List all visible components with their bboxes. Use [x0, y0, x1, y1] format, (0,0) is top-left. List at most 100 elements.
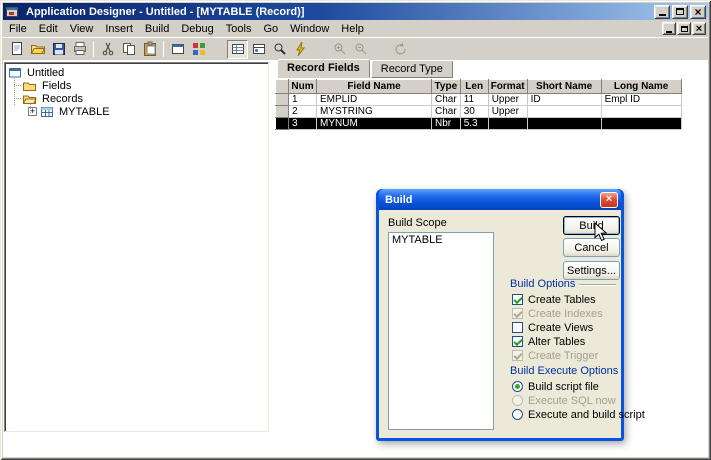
build-script-file-radio-row[interactable]: Build script file — [512, 380, 599, 393]
zoom-in-icon — [334, 43, 345, 55]
menu-build[interactable]: Build — [139, 22, 175, 36]
menu-insert[interactable]: Insert — [99, 22, 139, 36]
menu-edit[interactable]: Edit — [33, 22, 64, 36]
build-button[interactable]: Build — [563, 216, 620, 235]
zoom-in-button[interactable] — [329, 40, 350, 59]
tab-record-fields[interactable]: Record Fields — [277, 59, 370, 78]
checkbox-checked-icon[interactable] — [512, 336, 523, 347]
build-dialog-title: Build — [385, 193, 413, 206]
minimize-icon — [658, 14, 666, 16]
project-icon — [9, 68, 21, 78]
alter-tables-checkbox-row[interactable]: Alter Tables — [512, 335, 585, 348]
build-execute-options-label: Build Execute Options — [510, 365, 619, 377]
validate-button[interactable] — [290, 40, 311, 59]
cell-format[interactable]: Upper — [488, 105, 528, 118]
cell-field-name[interactable]: MYNUM — [316, 117, 432, 130]
object-properties-button[interactable] — [167, 40, 188, 59]
project-tree-panel: Untitled Fields Records + MYTABLE — [4, 62, 269, 432]
build-project-button[interactable] — [188, 40, 209, 59]
cell-len[interactable]: 30 — [460, 105, 489, 118]
cell-format[interactable] — [488, 117, 528, 130]
list-item[interactable]: MYTABLE — [389, 233, 493, 247]
menu-debug[interactable]: Debug — [175, 22, 219, 36]
row-selector[interactable] — [275, 93, 289, 106]
cell-short-name[interactable] — [527, 117, 602, 130]
window-title: Application Designer - Untitled - [MYTAB… — [26, 5, 305, 18]
create-tables-checkbox-row[interactable]: Create Tables — [512, 293, 596, 306]
menu-file[interactable]: File — [3, 22, 33, 36]
cut-button[interactable] — [97, 40, 118, 59]
minimize-button[interactable] — [654, 4, 670, 19]
mouse-cursor — [594, 222, 607, 242]
menu-help[interactable]: Help — [335, 22, 370, 36]
checkbox-label: Create Trigger — [528, 349, 599, 362]
menu-view[interactable]: View — [64, 22, 100, 36]
mdi-close-button[interactable]: × — [692, 22, 706, 35]
maximize-button[interactable] — [672, 4, 688, 19]
close-button[interactable]: × — [690, 4, 706, 19]
tree-item-records[interactable]: Records — [8, 92, 268, 105]
row-selector[interactable] — [275, 117, 289, 130]
record-type-view-button[interactable] — [248, 40, 269, 59]
mdi-minimize-button[interactable] — [662, 22, 676, 35]
cell-long-name[interactable] — [601, 105, 682, 118]
build-dialog: Build × Build Scope MYTABLE Build Cancel… — [376, 189, 645, 441]
application-designer-window: Application Designer - Untitled - [MYTAB… — [0, 0, 711, 460]
tree-item-mytable[interactable]: + MYTABLE — [8, 105, 268, 118]
copy-button[interactable] — [118, 40, 139, 59]
save-button[interactable] — [48, 40, 69, 59]
mdi-restore-button[interactable] — [677, 22, 691, 35]
cell-num[interactable]: 2 — [288, 105, 317, 118]
print-button[interactable] — [69, 40, 90, 59]
refresh-button[interactable] — [389, 40, 410, 59]
radio-label: Execute SQL now — [528, 394, 616, 407]
cell-field-name[interactable]: MYSTRING — [316, 105, 432, 118]
create-views-checkbox-row[interactable]: Create Views — [512, 321, 593, 334]
mdi-child-controls: × — [661, 22, 706, 35]
open-button[interactable] — [27, 40, 48, 59]
object-properties-icon — [171, 44, 184, 54]
cell-len[interactable]: 11 — [460, 93, 489, 106]
find-object-references-button[interactable] — [269, 40, 290, 59]
execute-and-build-script-radio-row[interactable]: Execute and build script — [512, 408, 645, 421]
tree-item-fields[interactable]: Fields — [8, 79, 268, 92]
cell-num[interactable]: 3 — [288, 117, 317, 130]
menu-window[interactable]: Window — [284, 22, 335, 36]
toolbar-separator — [163, 41, 164, 57]
cell-long-name[interactable]: Empl ID — [601, 93, 682, 106]
row-selector[interactable] — [275, 105, 289, 118]
refresh-icon — [395, 42, 406, 55]
zoom-out-button[interactable] — [350, 40, 371, 59]
cell-short-name[interactable]: ID — [527, 93, 602, 106]
cell-type[interactable]: Char — [431, 93, 461, 106]
cell-num[interactable]: 1 — [288, 93, 317, 106]
menu-go[interactable]: Go — [257, 22, 284, 36]
cell-type[interactable]: Nbr — [431, 117, 461, 130]
new-button[interactable] — [6, 40, 27, 59]
build-scope-listbox[interactable]: MYTABLE — [388, 232, 494, 430]
dialog-close-button[interactable]: × — [600, 191, 618, 208]
tab-record-type[interactable]: Record Type — [370, 60, 453, 78]
create-indexes-checkbox-row: Create Indexes — [512, 307, 603, 320]
paste-button[interactable] — [139, 40, 160, 59]
record-view-tabs: Record Fields Record Type — [277, 59, 454, 78]
cell-field-name[interactable]: EMPLID — [316, 93, 432, 106]
record-fields-view-button[interactable] — [227, 39, 248, 59]
checkbox-checked-icon[interactable] — [512, 294, 523, 305]
radio-selected-icon[interactable] — [512, 381, 523, 392]
toolbar — [3, 37, 708, 60]
tree-item-untitled[interactable]: Untitled — [8, 66, 268, 79]
build-options-section-header: Build Options — [510, 278, 616, 290]
cell-len[interactable]: 5.3 — [460, 117, 489, 130]
cell-long-name[interactable] — [601, 117, 682, 130]
cell-format[interactable]: Upper — [488, 93, 528, 106]
cell-short-name[interactable] — [527, 105, 602, 118]
cell-type[interactable]: Char — [431, 105, 461, 118]
mdi-minimize-icon — [666, 30, 672, 33]
build-dialog-titlebar[interactable]: Build × — [379, 189, 621, 210]
checkbox-unchecked-icon[interactable] — [512, 322, 523, 333]
cancel-button[interactable]: Cancel — [563, 238, 620, 257]
radio-unselected-icon[interactable] — [512, 409, 523, 420]
menu-tools[interactable]: Tools — [220, 22, 258, 36]
maximize-icon — [676, 8, 684, 15]
